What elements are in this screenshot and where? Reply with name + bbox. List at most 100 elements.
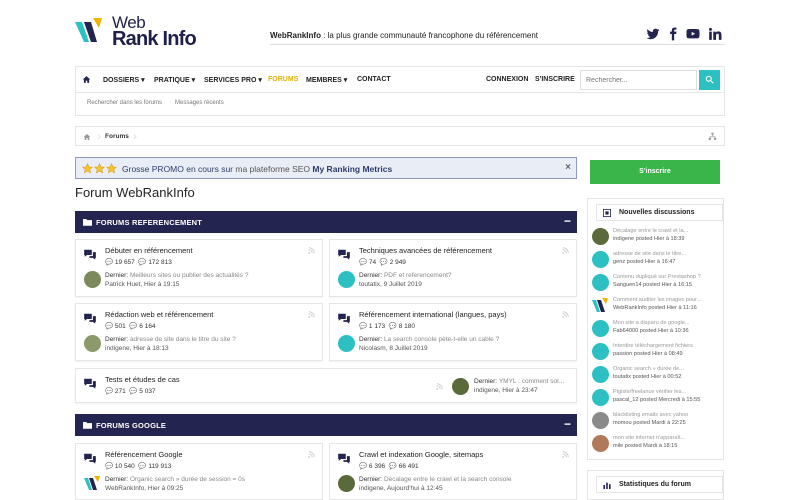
last-post-meta[interactable]: indigene, Aujourd'hui à 12:45: [359, 485, 443, 492]
subnav-search-forums[interactable]: Rechercher dans les forums: [87, 100, 162, 106]
discussion-subject[interactable]: Organic search » durée de...: [613, 366, 713, 372]
rss-icon[interactable]: [562, 451, 569, 458]
avatar[interactable]: [592, 389, 609, 406]
discussion-item[interactable]: Pigiste/freelance vérifier les... pascal…: [592, 387, 722, 409]
last-post-meta[interactable]: indigene, Hier à 18:13: [105, 345, 169, 352]
discussion-subject[interactable]: Pigiste/freelance vérifier les...: [613, 389, 713, 395]
avatar[interactable]: [592, 320, 609, 337]
nav-pratique[interactable]: PRATIQUE ▾: [154, 76, 195, 84]
discussion-subject[interactable]: Interdire téléchargement fichiers: [613, 343, 713, 349]
avatar[interactable]: [592, 343, 609, 360]
rss-icon[interactable]: [562, 311, 569, 318]
forum-title[interactable]: Référencement Google: [105, 450, 183, 459]
forum-card[interactable]: Techniques avancées de référencement 💬 7…: [329, 239, 577, 297]
subnav-recent-posts[interactable]: Messages récents: [175, 100, 224, 106]
home-icon[interactable]: [82, 75, 91, 84]
rss-icon[interactable]: [308, 311, 315, 318]
section-header-google[interactable]: FORUMS GOOGLE −: [75, 414, 577, 436]
discussion-item[interactable]: Comment auditer les images pour... WebRa…: [592, 295, 722, 317]
avatar[interactable]: [592, 412, 609, 429]
rss-icon[interactable]: [562, 247, 569, 254]
discussion-item[interactable]: Interdire téléchargement fichiers passio…: [592, 341, 722, 363]
avatar[interactable]: [84, 335, 101, 352]
breadcrumb-current[interactable]: Forums: [105, 133, 129, 140]
avatar[interactable]: [592, 228, 609, 245]
discussion-subject[interactable]: blacklisting emails avec yahoo: [613, 412, 713, 418]
discussion-subject[interactable]: Comment auditer les images pour...: [613, 297, 713, 303]
last-post-subject[interactable]: Dernier: Organic search » durée de sessi…: [105, 476, 245, 483]
nav-dossiers[interactable]: DOSSIERS ▾: [103, 76, 145, 84]
close-icon[interactable]: ×: [565, 162, 571, 173]
forum-card[interactable]: Débuter en référencement 💬 19 657 💬 172 …: [75, 239, 323, 297]
rss-icon[interactable]: [308, 247, 315, 254]
rss-icon[interactable]: [308, 451, 315, 458]
forum-title[interactable]: Tests et études de cas: [105, 375, 180, 384]
discussion-subject[interactable]: mon site internet n'apparaît...: [613, 435, 713, 441]
last-post-subject[interactable]: Dernier: adresse de site dans le titre d…: [105, 336, 236, 343]
last-post-meta[interactable]: WebRankInfo, Hier à 09:25: [105, 485, 183, 492]
forum-card[interactable]: Référencement international (langues, pa…: [329, 303, 577, 361]
avatar[interactable]: [338, 271, 355, 288]
search-input[interactable]: [580, 70, 697, 90]
promo-banner[interactable]: Grosse PROMO en cours sur ma plateforme …: [75, 157, 577, 179]
collapse-icon[interactable]: −: [564, 214, 571, 228]
last-post-meta[interactable]: indigene, Hier à 23:47: [474, 387, 538, 394]
forum-title[interactable]: Référencement international (langues, pa…: [359, 310, 507, 319]
forum-title[interactable]: Débuter en référencement: [105, 246, 193, 255]
register-link[interactable]: S'INSCRIRE: [535, 76, 575, 83]
nav-forums[interactable]: FORUMS: [268, 76, 298, 83]
forum-card[interactable]: Référencement Google 💬 10 540 💬 119 913 …: [75, 443, 323, 500]
collapse-icon[interactable]: −: [564, 417, 571, 431]
discussion-subject[interactable]: Mon site a disparu de google...: [613, 320, 713, 326]
webrankinfo-avatar-icon[interactable]: [84, 475, 101, 492]
new-discussions-header[interactable]: Nouvelles discussions: [596, 204, 723, 221]
forum-title[interactable]: Crawl et indexation Google, sitemaps: [359, 450, 483, 459]
avatar[interactable]: [592, 366, 609, 383]
discussion-item[interactable]: Contenu dupliqué sur Prestashop ? Sangue…: [592, 272, 722, 294]
discussion-item[interactable]: Mon site a disparu de google... Fab64000…: [592, 318, 722, 340]
last-post-subject[interactable]: Dernier: La search console pète-t-elle u…: [359, 336, 499, 343]
nav-membres[interactable]: MEMBRES ▾: [306, 76, 347, 84]
avatar[interactable]: [338, 335, 355, 352]
home-icon[interactable]: [83, 133, 91, 141]
discussion-subject[interactable]: Contenu dupliqué sur Prestashop ?: [613, 274, 713, 280]
nav-contact[interactable]: CONTACT: [357, 76, 391, 83]
discussion-item[interactable]: Décalage entre le crawl et la... indigen…: [592, 226, 722, 248]
discussion-subject[interactable]: Décalage entre le crawl et la...: [613, 228, 713, 234]
avatar[interactable]: [338, 475, 355, 492]
discussion-item[interactable]: mon site internet n'apparaît... mile pos…: [592, 433, 722, 455]
last-post-meta[interactable]: Patrick Huet, Hier à 19:15: [105, 281, 179, 288]
last-post-subject[interactable]: Dernier: YMYL : comment sor...: [474, 378, 572, 385]
forum-title[interactable]: Techniques avancées de référencement: [359, 246, 492, 255]
discussion-item[interactable]: blacklisting emails avec yahoo momou pos…: [592, 410, 722, 432]
twitter-icon[interactable]: [646, 27, 660, 41]
discussion-subject[interactable]: adresse de site dans le titre...: [613, 251, 713, 257]
last-post-subject[interactable]: Dernier: PDF et referencement?: [359, 272, 452, 279]
linkedin-icon[interactable]: [708, 27, 722, 41]
last-post-meta[interactable]: toutatix, 9 Juillet 2019: [359, 281, 422, 288]
webrankinfo-avatar-icon[interactable]: [592, 297, 609, 314]
nav-services-pro[interactable]: SERVICES PRO ▾: [204, 76, 262, 84]
section-header-referencement[interactable]: FORUMS REFERENCEMENT −: [75, 211, 577, 233]
signup-button[interactable]: S'inscrire: [590, 160, 720, 184]
forum-title[interactable]: Rédaction web et référencement: [105, 310, 213, 319]
youtube-icon[interactable]: [686, 27, 700, 41]
forum-card-wide[interactable]: Tests et études de cas 💬 271 💬 5 037 Der…: [75, 368, 577, 403]
forum-card[interactable]: Crawl et indexation Google, sitemaps 💬 6…: [329, 443, 577, 500]
discussion-item[interactable]: Organic search » durée de... toutatix po…: [592, 364, 722, 386]
facebook-icon[interactable]: [666, 27, 680, 41]
last-post-subject[interactable]: Dernier: Décalage entre le crawl et la s…: [359, 476, 511, 483]
avatar[interactable]: [84, 271, 101, 288]
last-post-subject[interactable]: Dernier: Meilleurs sites ou publier des …: [105, 272, 248, 279]
forum-card[interactable]: Rédaction web et référencement 💬 501 💬 6…: [75, 303, 323, 361]
last-post-meta[interactable]: Nicolasm, 8 Juillet 2019: [359, 345, 428, 352]
forum-stats-header[interactable]: Statistiques du forum: [596, 476, 723, 493]
rss-icon[interactable]: [436, 383, 443, 390]
avatar[interactable]: [592, 435, 609, 452]
avatar[interactable]: [452, 378, 469, 395]
avatar[interactable]: [592, 251, 609, 268]
sitemap-icon[interactable]: [708, 132, 717, 141]
login-link[interactable]: CONNEXION: [486, 76, 528, 83]
avatar[interactable]: [592, 274, 609, 291]
discussion-item[interactable]: adresse de site dans le titre... genz po…: [592, 249, 722, 271]
